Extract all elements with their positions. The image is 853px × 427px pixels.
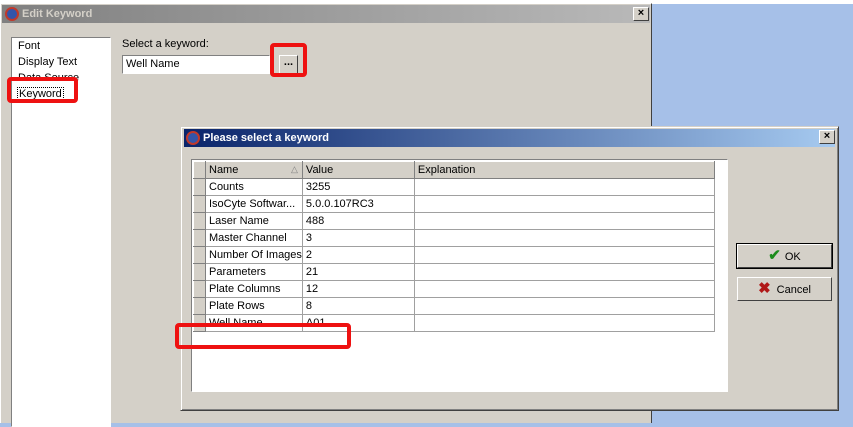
row-indicator[interactable] [193,195,206,213]
cell-value: 488 [301,212,415,230]
cell-value: 2 [301,246,415,264]
table-row[interactable]: Plate Columns 12 [193,280,715,298]
app-icon [186,131,200,145]
edit-keyword-title: Edit Keyword [22,8,93,20]
cell-name: Well Name [205,314,303,332]
column-header-name[interactable]: Name △ [205,161,303,179]
cell-name: Plate Rows [205,297,303,315]
browse-keyword-button[interactable]: ... [279,55,298,74]
cell-name: Number Of Images [205,246,303,264]
row-indicator[interactable] [193,229,206,247]
cell-explanation [413,212,715,230]
cell-explanation [413,229,715,247]
cell-name: IsoCyte Softwar... [205,195,303,213]
cell-explanation [413,195,715,213]
table-row[interactable]: Parameters 21 [193,263,715,281]
nav-item-display-text[interactable]: Display Text [18,56,77,69]
checkmark-icon: ✔ [768,247,781,264]
row-indicator[interactable] [193,297,206,315]
cell-explanation [413,246,715,264]
ok-button[interactable]: ✔ OK [736,243,833,269]
cell-value: 21 [301,263,415,281]
cancel-button[interactable]: ✖ Cancel [737,277,832,301]
select-keyword-close-button[interactable]: × [819,130,835,144]
cell-name: Counts [205,178,303,196]
row-indicator[interactable] [193,246,206,264]
keyword-table: Name △ Value Explanation Counts 3255 IsoCyt… [193,161,715,332]
row-indicator[interactable] [193,280,206,298]
cell-name: Parameters [205,263,303,281]
select-keyword-dialog: Please select a keyword × Name △ Value Ex… [180,126,839,411]
table-row[interactable]: Well Name A01 [193,314,715,332]
cell-value: 3 [301,229,415,247]
column-header-explanation[interactable]: Explanation [413,161,715,179]
table-row[interactable]: Master Channel 3 [193,229,715,247]
keyword-grid: Name △ Value Explanation Counts 3255 IsoCyt… [191,159,728,392]
table-header-row: Name △ Value Explanation [193,161,715,179]
cell-explanation [413,280,715,298]
row-indicator[interactable] [193,212,206,230]
nav-item-font[interactable]: Font [18,40,40,53]
row-indicator-header [193,161,206,179]
cell-name: Master Channel [205,229,303,247]
cell-explanation [413,178,715,196]
table-row[interactable]: Counts 3255 [193,178,715,196]
cross-icon: ✖ [758,280,771,297]
cell-value: 12 [301,280,415,298]
category-list: Font Display Text Data Source Keyword [11,37,111,427]
cell-explanation [413,297,715,315]
keyword-label: Select a keyword: [122,38,209,50]
cell-explanation [413,263,715,281]
sort-ascending-icon: △ [291,164,298,174]
nav-item-data-source[interactable]: Data Source [18,72,79,85]
keyword-field[interactable]: Well Name [122,55,270,74]
table-row[interactable]: Plate Rows 8 [193,297,715,315]
row-indicator[interactable] [193,178,206,196]
cell-value: 3255 [301,178,415,196]
edit-keyword-close-button[interactable]: × [633,7,649,21]
cell-value: 8 [301,297,415,315]
app-icon [5,7,19,21]
table-row[interactable]: Number Of Images 2 [193,246,715,264]
table-row[interactable]: IsoCyte Softwar... 5.0.0.107RC3 [193,195,715,213]
cell-name: Laser Name [205,212,303,230]
edit-keyword-titlebar[interactable]: Edit Keyword × [2,5,650,23]
column-header-value[interactable]: Value [301,161,415,179]
table-row[interactable]: Laser Name 488 [193,212,715,230]
select-keyword-titlebar[interactable]: Please select a keyword [184,129,835,147]
select-keyword-title: Please select a keyword [203,132,329,144]
row-indicator[interactable] [193,314,206,332]
cell-name: Plate Columns [205,280,303,298]
cell-value: A01 [301,314,415,332]
cell-value: 5.0.0.107RC3 [301,195,415,213]
nav-item-keyword[interactable]: Keyword [17,87,64,102]
row-indicator[interactable] [193,263,206,281]
cell-explanation [413,314,715,332]
